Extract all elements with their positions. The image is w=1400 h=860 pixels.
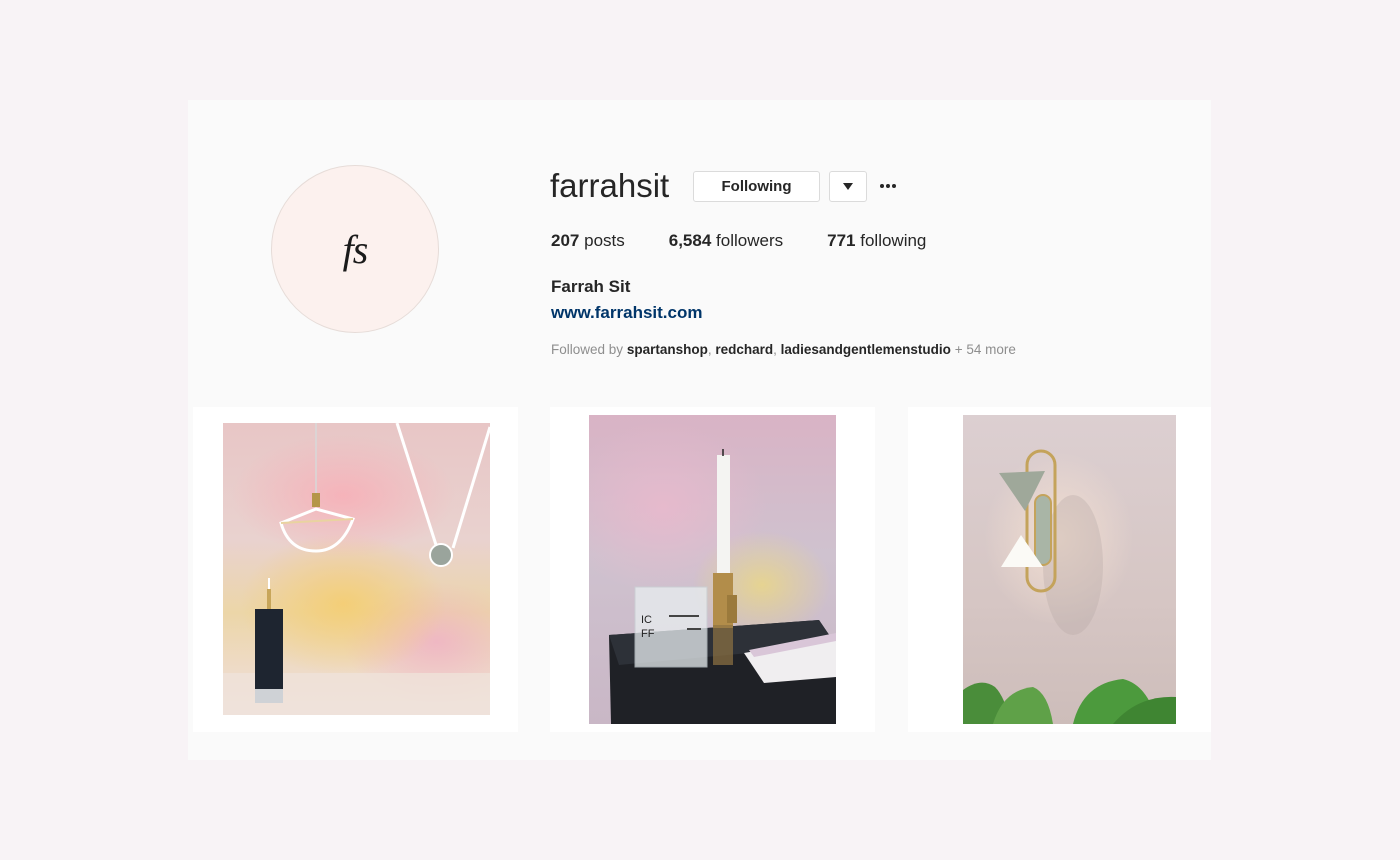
following-label: following xyxy=(860,231,927,250)
followed-by-user[interactable]: spartanshop xyxy=(627,342,708,357)
svg-text:FF: FF xyxy=(641,628,655,640)
posts-stat: 207 posts xyxy=(551,231,625,251)
followers-label: followers xyxy=(716,231,784,250)
followed-by-more[interactable]: + 54 more xyxy=(955,342,1016,357)
profile-full-name: Farrah Sit xyxy=(551,277,631,296)
following-count: 771 xyxy=(827,231,856,250)
profile-stats: 207 posts 6,584 followers 771 following xyxy=(551,231,970,251)
following-stat[interactable]: 771 following xyxy=(827,231,926,251)
profile-website-link[interactable]: www.farrahsit.com xyxy=(551,303,702,323)
svg-text:IC: IC xyxy=(641,614,652,626)
followers-stat[interactable]: 6,584 followers xyxy=(669,231,783,251)
avatar-monogram: fs xyxy=(342,226,369,272)
followed-by-prefix: Followed by xyxy=(551,342,624,357)
suggestions-dropdown-button[interactable] xyxy=(829,171,867,202)
post-thumbnail[interactable] xyxy=(908,407,1211,732)
profile-card: fs farrahsit Following 207 posts 6,584 f… xyxy=(188,100,1211,760)
profile-username: farrahsit xyxy=(550,167,670,204)
followers-count: 6,584 xyxy=(668,231,712,250)
post-photo xyxy=(223,423,490,715)
following-button[interactable]: Following xyxy=(693,171,820,202)
post-thumbnail[interactable] xyxy=(193,407,518,732)
posts-count: 207 xyxy=(551,231,580,250)
more-options-icon[interactable] xyxy=(878,176,898,196)
profile-avatar[interactable]: fs xyxy=(271,165,439,333)
post-thumbnail[interactable]: IC FF xyxy=(550,407,875,732)
chevron-down-icon xyxy=(843,183,853,190)
post-photo: IC FF xyxy=(589,415,836,724)
followed-by-user[interactable]: redchard xyxy=(715,342,773,357)
post-photo xyxy=(963,415,1176,724)
followed-by-line: Followed by spartanshop, redchard, ladie… xyxy=(551,342,1016,357)
posts-label: posts xyxy=(584,231,625,250)
followed-by-user[interactable]: ladiesandgentlemenstudio xyxy=(781,342,951,357)
